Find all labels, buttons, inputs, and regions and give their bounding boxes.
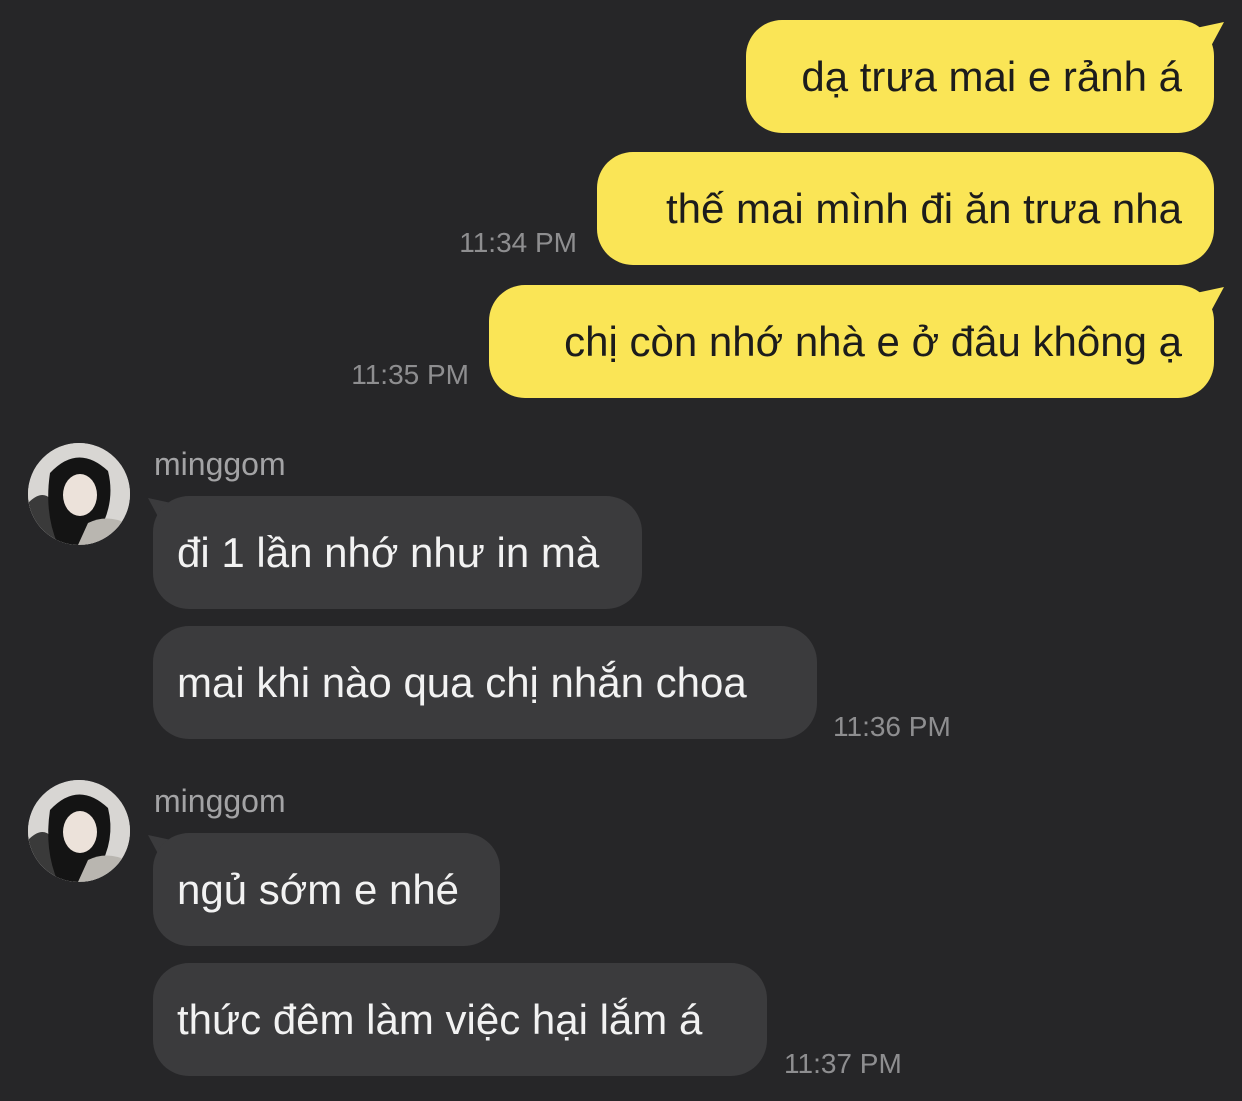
message-text: chị còn nhớ nhà e ở đâu không ạ	[564, 318, 1182, 365]
incoming-message[interactable]: thức đêm làm việc hại lắm á	[153, 963, 767, 1076]
outgoing-message[interactable]: thế mai mình đi ăn trưa nha	[597, 152, 1214, 265]
message-text: mai khi nào qua chị nhắn choa	[177, 659, 747, 706]
message-timestamp: 11:37 PM	[784, 1048, 902, 1079]
incoming-message[interactable]: mai khi nào qua chị nhắn choa	[153, 626, 817, 739]
message-text: đi 1 lần nhớ như in mà	[177, 529, 600, 576]
profile-photo-icon	[28, 443, 130, 545]
message-text: thức đêm làm việc hại lắm á	[177, 996, 703, 1043]
message-timestamp: 11:34 PM	[459, 227, 577, 258]
incoming-message[interactable]: ngủ sớm e nhé	[153, 833, 500, 946]
message-text: dạ trưa mai e rảnh á	[801, 53, 1182, 100]
bubble-tail-icon	[1196, 287, 1224, 313]
avatar[interactable]	[28, 780, 130, 882]
sender-name: minggom	[154, 783, 286, 819]
message-text: ngủ sớm e nhé	[177, 866, 460, 913]
bubble-tail-icon	[1196, 22, 1224, 48]
sender-name: minggom	[154, 446, 286, 482]
message-timestamp: 11:36 PM	[833, 711, 951, 742]
message-text: thế mai mình đi ăn trưa nha	[665, 185, 1182, 232]
outgoing-message[interactable]: dạ trưa mai e rảnh á	[746, 20, 1214, 133]
profile-photo-icon	[28, 780, 130, 882]
message-timestamp: 11:35 PM	[351, 359, 469, 390]
incoming-message[interactable]: đi 1 lần nhớ như in mà	[153, 496, 642, 609]
outgoing-message[interactable]: chị còn nhớ nhà e ở đâu không ạ	[489, 285, 1214, 398]
avatar[interactable]	[28, 443, 130, 545]
